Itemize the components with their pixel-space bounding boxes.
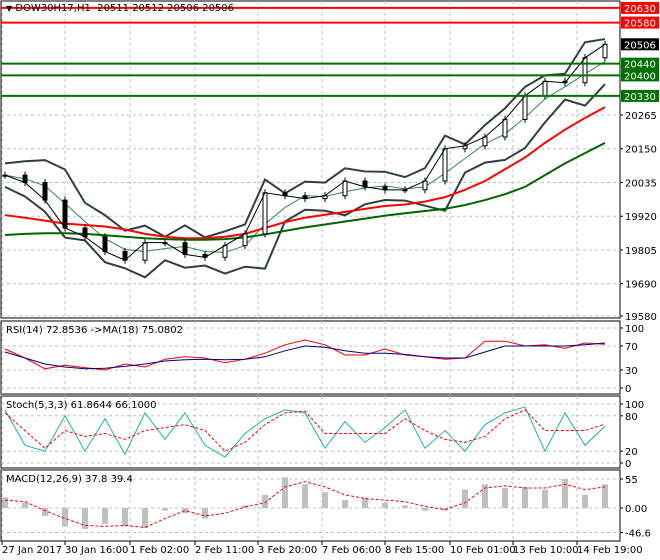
x-tick-label: 7 Feb 06:00: [322, 545, 381, 556]
current-price-label: 20506: [624, 40, 656, 51]
x-tick-label: 14 Feb 19:00: [577, 545, 643, 556]
candle-body: [102, 236, 108, 252]
macd-histogram-bar: [582, 494, 588, 508]
x-tick-label: 3 Feb 20:00: [258, 545, 317, 556]
macd-histogram-bar: [542, 489, 548, 508]
y-tick-label: 55: [625, 475, 638, 486]
macd-histogram-bar: [562, 479, 568, 508]
macd-histogram-bar: [282, 477, 288, 508]
rsi-title: RSI(14) 72.8536 ->MA(18) 75.0802: [6, 325, 183, 336]
stoch-title: Stoch(5,3,3) 61.8644 66.1000: [6, 400, 157, 411]
macd-histogram-bar: [182, 508, 188, 514]
x-tick-label: 30 Jan 16:00: [65, 545, 128, 556]
y-tick-label: 0: [625, 459, 631, 470]
candle-body: [602, 43, 608, 59]
candle-body: [82, 227, 88, 238]
candle-body: [182, 242, 188, 255]
candle-body: [222, 245, 228, 258]
macd-histogram-bar: [422, 508, 428, 511]
macd-histogram-bar: [162, 508, 168, 511]
symbol-title: DOW30H17,H1: [15, 3, 91, 14]
macd-histogram-bar: [142, 508, 148, 529]
macd-histogram-bar: [602, 484, 608, 508]
y-tick-label: 0: [625, 384, 631, 395]
level-label: 20440: [624, 60, 656, 71]
macd-histogram-bar: [302, 484, 308, 508]
x-tick-label: 1 Feb 02:00: [130, 545, 189, 556]
candle-body: [22, 174, 28, 183]
y-tick-label: 20035: [625, 178, 657, 189]
candle-body: [442, 148, 448, 182]
panel-frame-0: [0, 0, 621, 319]
chart-title: ▼ DOW30H17,H1 20511 20512 20506 20506: [6, 3, 234, 14]
y-tick-label: 20150: [625, 145, 657, 156]
y-tick-label: 19805: [625, 246, 657, 257]
dropdown-triangle-icon[interactable]: ▼: [6, 4, 12, 13]
macd-histogram-bar: [102, 508, 108, 524]
level-label: 20400: [624, 71, 656, 82]
bollinger-upper: [4, 38, 606, 239]
macd-histogram-bar: [382, 502, 388, 508]
y-tick-label: 100: [625, 400, 644, 411]
y-tick-label: 0.00: [625, 504, 647, 515]
bollinger-middle: [4, 61, 606, 253]
y-tick-label: 20265: [625, 111, 657, 122]
macd-histogram-bar: [322, 492, 328, 508]
macd-histogram-bar: [522, 486, 528, 508]
x-tick-label: 8 Feb 15:00: [385, 545, 444, 556]
macd-histogram-bar: [342, 500, 348, 508]
macd-histogram-bar: [2, 497, 8, 508]
level-label: 20330: [624, 92, 656, 103]
macd-histogram-bar: [402, 505, 408, 508]
y-tick-label: 20: [625, 447, 638, 458]
macd-histogram-bar: [462, 489, 468, 508]
candle-body: [482, 136, 488, 147]
macd-histogram-bar: [22, 502, 28, 508]
macd-histogram-bar: [42, 508, 48, 516]
y-tick-label: 19580: [625, 312, 657, 323]
y-tick-label: 30: [625, 366, 638, 377]
candle-body: [342, 180, 348, 197]
candle-body: [582, 57, 588, 84]
y-tick-label: 19920: [625, 212, 657, 223]
macd-histogram-bar: [502, 487, 508, 508]
ohlc-values: 20511 20512 20506 20506: [97, 3, 234, 14]
stoch-signal-line: [4, 409, 606, 452]
y-tick-label: 80: [625, 412, 638, 423]
candle-body: [62, 199, 68, 229]
candle-body: [522, 95, 528, 120]
rsi-line: [4, 339, 606, 371]
x-tick-label: 10 Feb 01:00: [450, 545, 516, 556]
candle-body: [42, 181, 48, 201]
candle-body: [542, 80, 548, 97]
candle-body: [142, 242, 148, 261]
candle-body: [422, 180, 428, 191]
y-tick-label: 19690: [625, 280, 657, 291]
ma-slow-line: [4, 106, 606, 240]
x-tick-label: 13 Feb 10:00: [513, 545, 579, 556]
macd-histogram-bar: [122, 508, 128, 527]
candle-body: [242, 233, 248, 247]
y-tick-label: 70: [625, 342, 638, 353]
macd-title: MACD(12,26,9) 37.8 39.4: [6, 474, 133, 485]
candle-body: [262, 192, 268, 235]
y-tick-label: 100: [625, 324, 644, 335]
y-tick-label: -46.6: [625, 529, 651, 540]
candle-body: [502, 118, 508, 138]
x-tick-label: 2 Feb 11:00: [195, 545, 254, 556]
x-tick-label: 27 Jan 2017: [2, 545, 62, 556]
macd-histogram-bar: [202, 508, 208, 519]
stoch-main-line: [4, 406, 606, 458]
level-label: 20580: [624, 19, 656, 30]
level-label: 20630: [624, 4, 656, 15]
rsi-ma-line: [4, 342, 606, 370]
